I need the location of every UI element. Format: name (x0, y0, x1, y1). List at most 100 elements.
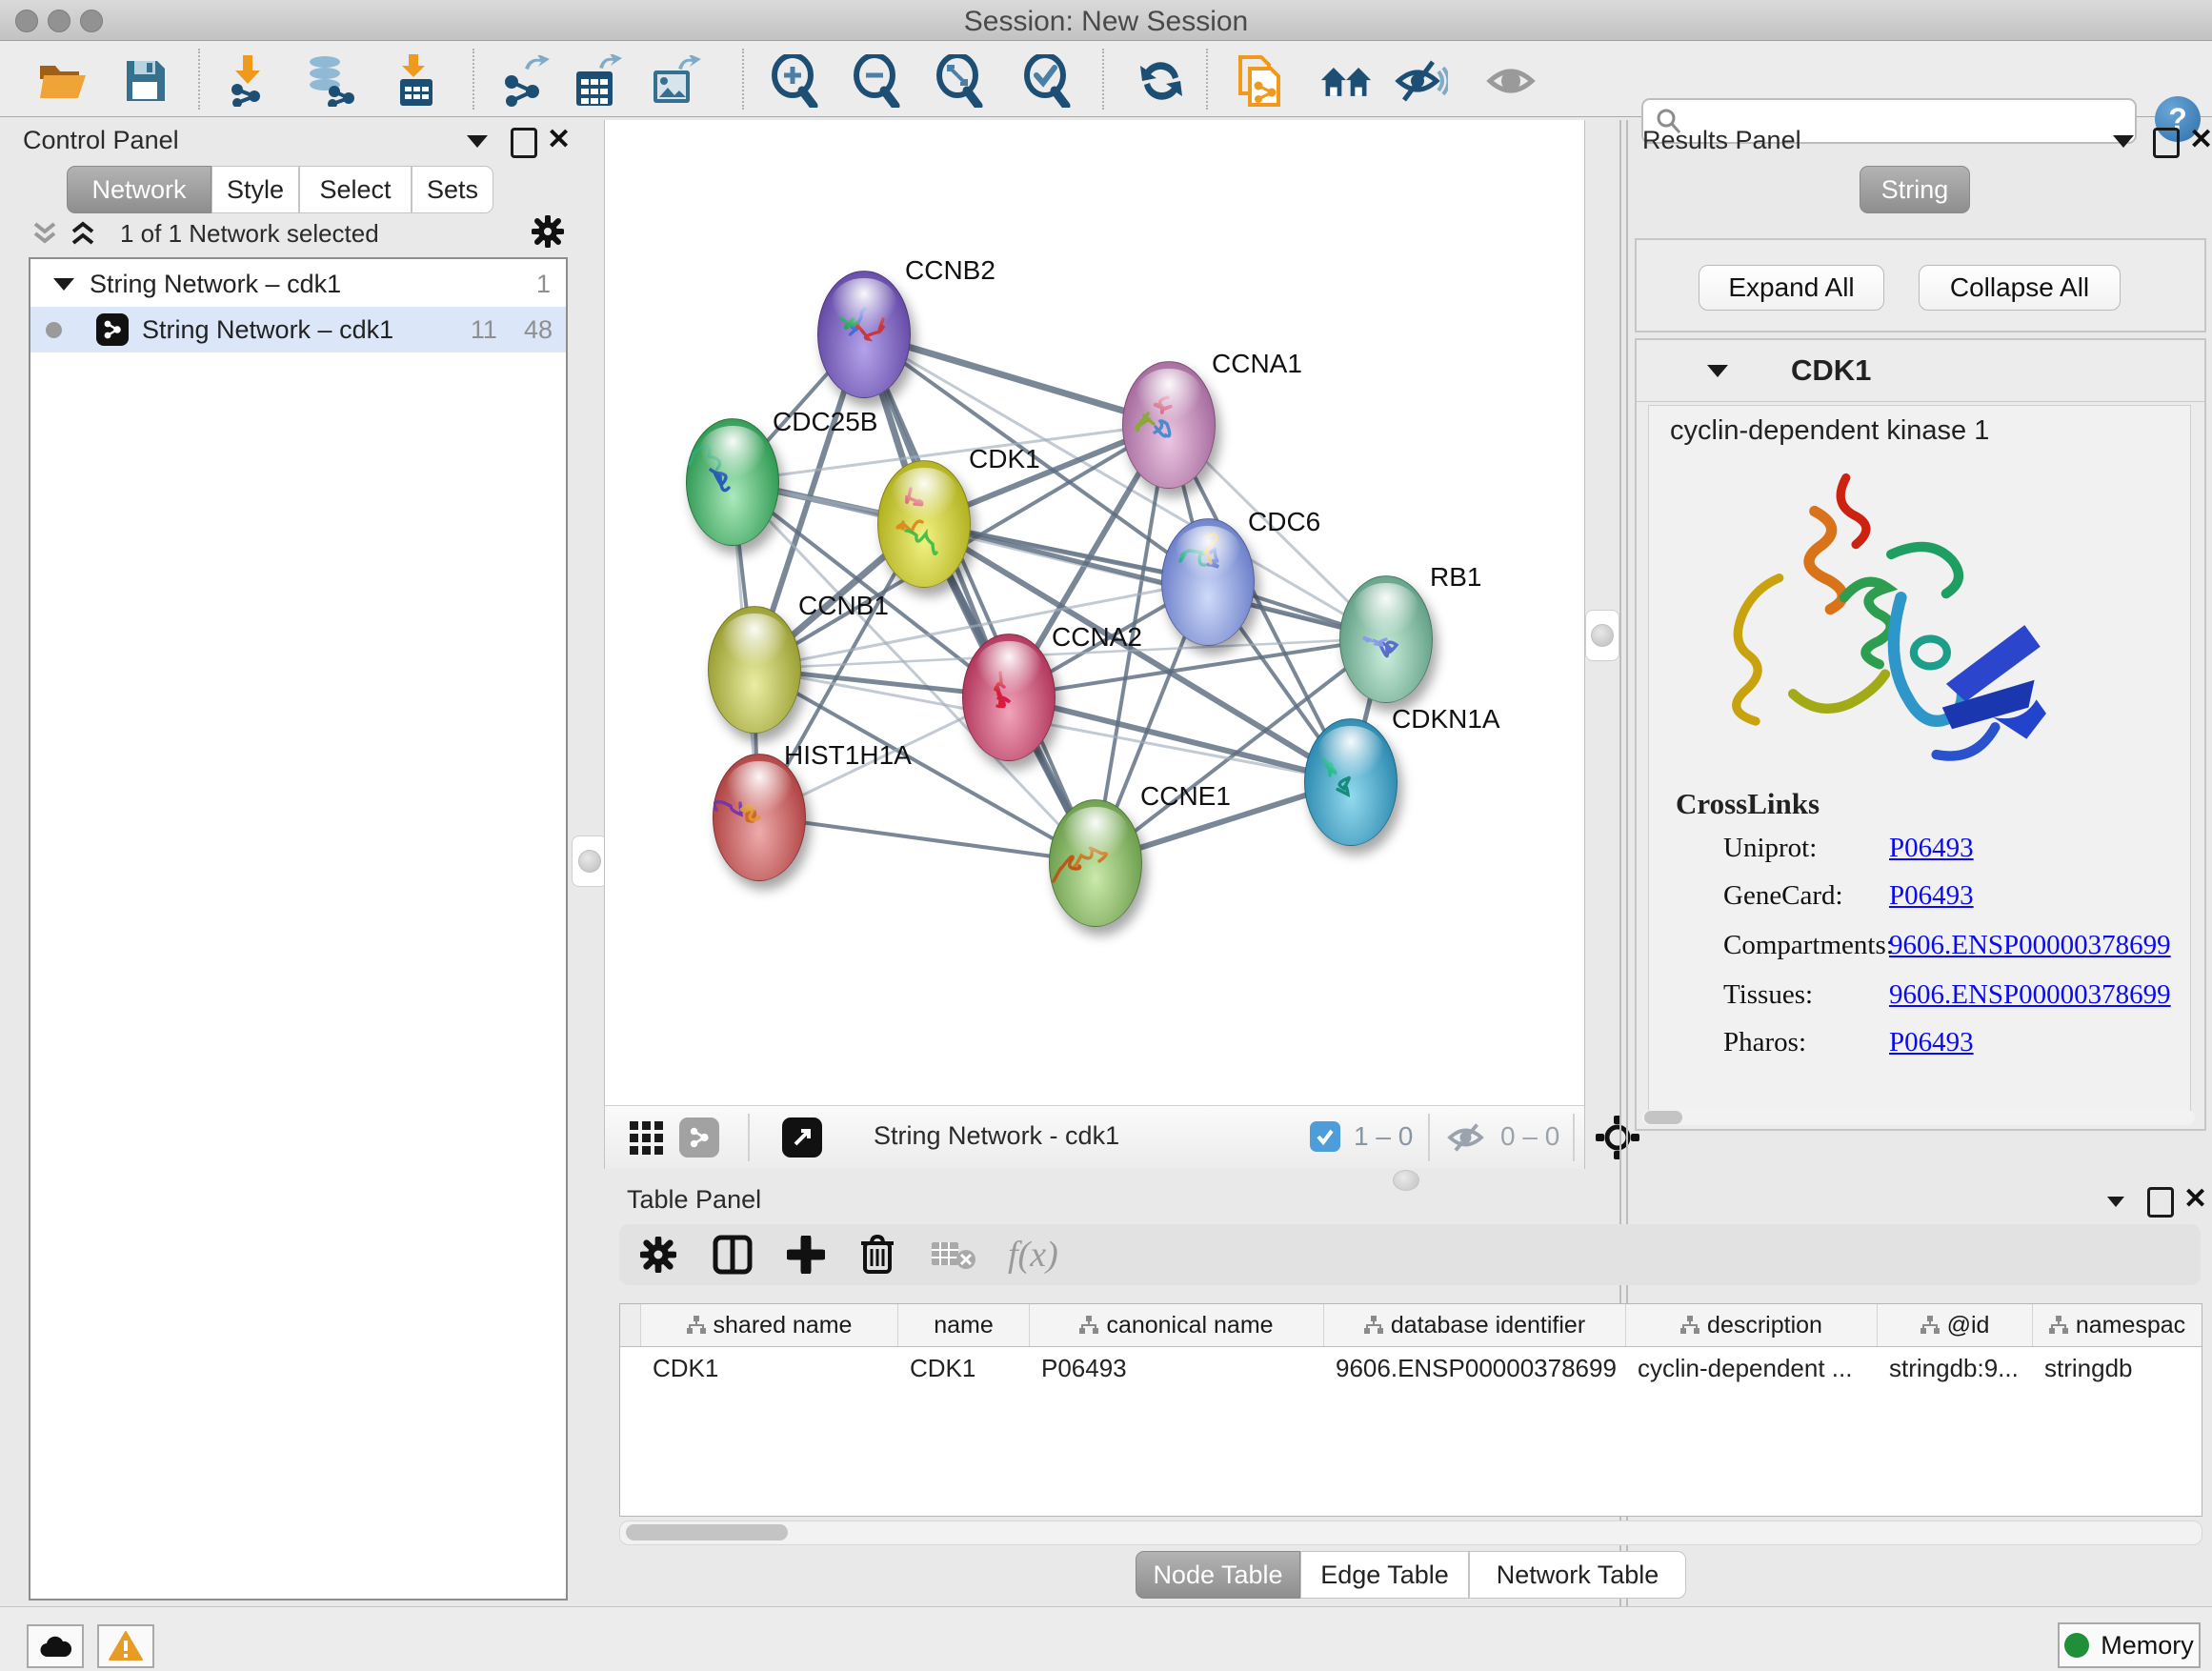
image-export-icon (650, 55, 701, 107)
gene-entry-header[interactable]: CDK1 (1637, 340, 2204, 402)
tab-select[interactable]: Select (299, 166, 412, 213)
network-node-CDC25B[interactable] (686, 418, 779, 546)
crosslink-link[interactable]: P06493 (1889, 833, 1974, 864)
collection-expand-icon[interactable] (53, 278, 74, 291)
float-panel-button[interactable] (2113, 135, 2134, 152)
zoom-out-button[interactable] (850, 54, 903, 108)
column-header-name[interactable]: name (898, 1304, 1030, 1346)
export-image-button[interactable] (649, 54, 702, 108)
column-header-database-identifier[interactable]: database identifier (1324, 1304, 1626, 1346)
network-node-CCNE1[interactable] (1049, 799, 1142, 927)
network-view-canvas[interactable]: CCNB2CCNA1CDC25BCDK1CDC6RB1CCNB1CCNA2CDK… (604, 120, 1585, 1105)
column-header-canonical-name[interactable]: canonical name (1030, 1304, 1324, 1346)
entry-collapse-icon[interactable] (1707, 365, 1728, 377)
memory-button[interactable]: Memory (2058, 1622, 2201, 1668)
detach-view-icon[interactable] (782, 1117, 822, 1158)
table-row[interactable]: CDK1 CDK1 P06493 9606.ENSP00000378699 cy… (620, 1347, 2202, 1389)
results-horizontal-scrollbar[interactable] (1642, 1110, 2195, 1125)
delete-column-trash-icon[interactable] (859, 1234, 895, 1276)
float-panel-button[interactable] (2107, 1195, 2124, 1212)
tab-node-table[interactable]: Node Table (1136, 1551, 1300, 1599)
network-node-CDC6[interactable] (1161, 518, 1255, 646)
zoom-selected-button[interactable] (1020, 54, 1074, 108)
crosslink-link[interactable]: P06493 (1889, 1027, 1974, 1058)
clone-network-button[interactable] (1234, 54, 1287, 108)
warnings-button[interactable] (97, 1624, 154, 1668)
hidden-eye-icon (1447, 1121, 1487, 1154)
close-panel-button[interactable]: ✕ (2189, 128, 2212, 152)
show-all-button[interactable] (1486, 54, 1539, 108)
column-header-namespace[interactable]: namespac (2033, 1304, 2202, 1346)
tab-style[interactable]: Style (211, 166, 299, 213)
cloud-button[interactable] (27, 1624, 84, 1668)
crosslink-label: Tissues: (1723, 979, 1813, 1011)
expand-all-networks-icon[interactable] (70, 221, 95, 246)
network-node-CCNA1[interactable] (1122, 361, 1216, 489)
maximize-panel-button[interactable] (2153, 128, 2180, 163)
show-columns-icon[interactable] (713, 1235, 753, 1275)
zoom-fit-button[interactable] (933, 54, 986, 108)
save-session-button[interactable] (118, 54, 171, 108)
crosslink-link[interactable]: 9606.ENSP00000378699 (1889, 979, 2171, 1011)
network-node-CCNB2[interactable] (817, 271, 911, 398)
column-header-shared-name[interactable]: shared name (641, 1304, 898, 1346)
network-edge[interactable] (863, 333, 1095, 862)
string-network-icon (96, 313, 129, 346)
left-splitter-handle[interactable] (572, 836, 608, 887)
network-tree: String Network – cdk1 1 String Network –… (29, 257, 568, 1601)
gene-description: cyclin-dependent kinase 1 (1670, 415, 2190, 447)
network-node-CDKN1A[interactable] (1304, 718, 1398, 846)
close-panel-button[interactable]: ✕ (547, 128, 571, 152)
table-options-gear-icon[interactable] (640, 1237, 676, 1273)
crosslink-link[interactable]: P06493 (1889, 880, 1974, 912)
network-edge[interactable] (758, 816, 1095, 862)
node-label-CCNB1: CCNB1 (798, 591, 889, 621)
selected-checkbox[interactable] (1310, 1121, 1340, 1152)
refresh-icon (1136, 56, 1186, 106)
import-network-database-button[interactable] (303, 54, 356, 108)
status-bar: Memory (0, 1606, 2212, 1671)
import-network-file-button[interactable] (221, 54, 274, 108)
zoom-in-button[interactable] (768, 54, 821, 108)
network-node-HIST1H1A[interactable] (713, 754, 806, 881)
toolbar-separator (1206, 49, 1208, 110)
create-column-plus-icon[interactable] (787, 1236, 825, 1274)
network-collection-row[interactable]: String Network – cdk1 1 (30, 261, 566, 307)
collapse-all-button[interactable]: Collapse All (1919, 265, 2121, 311)
birdseye-grid-icon[interactable] (630, 1121, 664, 1156)
network-edge[interactable] (923, 523, 1385, 638)
hide-selected-button[interactable] (1395, 54, 1448, 108)
close-panel-button[interactable]: ✕ (2183, 1187, 2207, 1212)
tab-string[interactable]: String (1860, 166, 1970, 213)
toolbar-separator (742, 49, 744, 110)
network-node-CCNB1[interactable] (708, 606, 801, 734)
maximize-panel-button[interactable] (511, 128, 537, 163)
collapse-all-networks-icon[interactable] (32, 221, 57, 246)
open-session-button[interactable] (36, 54, 90, 108)
expand-all-button[interactable]: Expand All (1699, 265, 1884, 311)
export-table-button[interactable] (571, 54, 624, 108)
table-horizontal-scrollbar[interactable] (619, 1520, 2202, 1545)
tab-network-table[interactable]: Network Table (1469, 1551, 1686, 1599)
export-network-button[interactable] (498, 54, 552, 108)
import-table-button[interactable] (389, 54, 442, 108)
maximize-panel-button[interactable] (2147, 1187, 2174, 1222)
node-label-HIST1H1A: HIST1H1A (784, 740, 912, 771)
apply-layout-button[interactable] (1135, 54, 1188, 108)
tab-network[interactable]: Network (67, 166, 211, 213)
network-node-CCNA2[interactable] (962, 634, 1056, 761)
column-header-description[interactable]: description (1626, 1304, 1878, 1346)
table-panel-title: Table Panel (627, 1185, 761, 1215)
tab-edge-table[interactable]: Edge Table (1300, 1551, 1469, 1599)
network-options-gear-icon[interactable] (532, 215, 564, 248)
float-panel-button[interactable] (467, 135, 488, 152)
network-node-RB1[interactable] (1339, 575, 1433, 703)
network-type-share-icon[interactable] (679, 1117, 719, 1158)
network-row-selected[interactable]: String Network – cdk1 11 48 (30, 307, 566, 352)
home-button[interactable] (1319, 54, 1373, 108)
tab-sets[interactable]: Sets (412, 166, 493, 213)
right-splitter-handle[interactable] (1585, 610, 1619, 661)
crosslink-link[interactable]: 9606.ENSP00000378699 (1889, 930, 2171, 961)
column-header-id[interactable]: @id (1878, 1304, 2033, 1346)
network-node-CDK1[interactable] (877, 460, 971, 588)
